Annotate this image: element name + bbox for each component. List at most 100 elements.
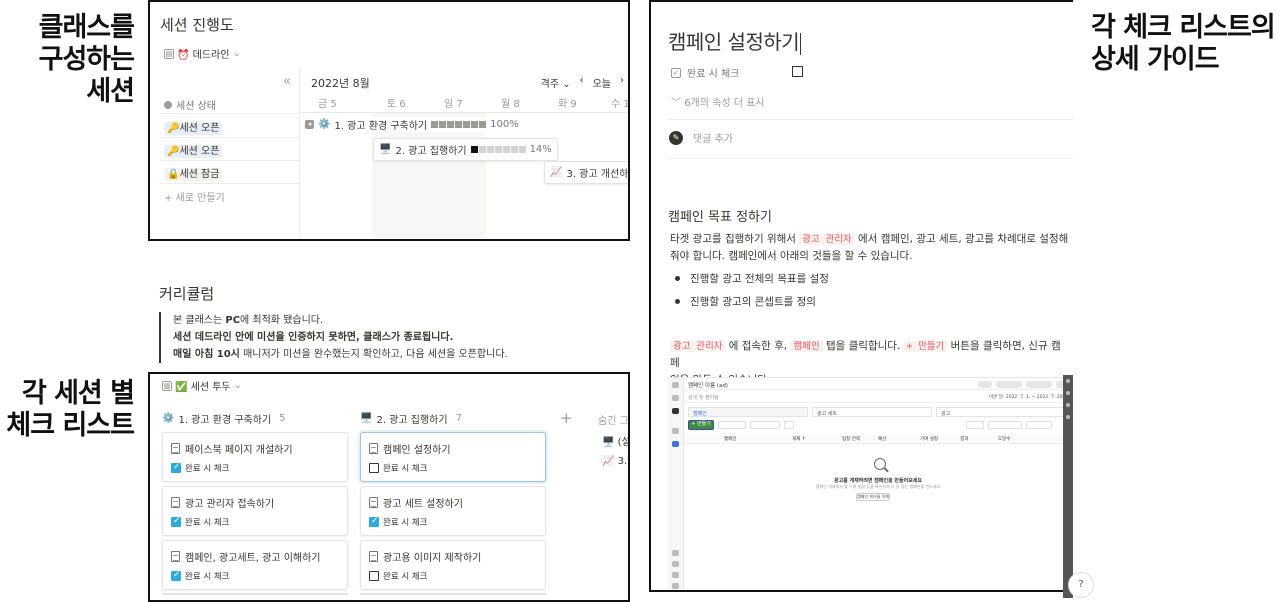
- checkbox[interactable]: [369, 516, 379, 527]
- hidden-group-item[interactable]: 🖥️ (설정: [602, 433, 628, 448]
- computer-icon: 🖥️: [360, 412, 373, 424]
- column-header: 예산: [878, 437, 887, 442]
- next-button[interactable]: ›: [620, 75, 624, 90]
- timeline-view-selector[interactable]: ▤ ⏰ 데드라인 ⌄: [164, 46, 241, 61]
- divider: [160, 113, 299, 114]
- hidden-group-text: 3.: [617, 456, 628, 467]
- column-header: 도달수: [998, 437, 1011, 442]
- chevron-down-icon: ⌄: [232, 48, 241, 59]
- help-button[interactable]: ?: [1068, 572, 1094, 598]
- checkbox[interactable]: [171, 570, 181, 581]
- column-title: 2. 광고 집행하기: [376, 414, 448, 426]
- check-label: 완료 시 체크: [383, 572, 428, 582]
- zoom-selector[interactable]: 격주 ⌄: [541, 75, 571, 90]
- board-card[interactable]: 캠페인, 광고세트, 광고 이해하기 완료 시 체크: [162, 540, 348, 590]
- show-more-properties[interactable]: ﹀ 6개의 속성 더 표시: [671, 94, 765, 109]
- timeline-item[interactable]: 📈 3. 광고 개선하기 ▦: [544, 161, 628, 184]
- document-icon: [369, 443, 378, 454]
- timeline-item[interactable]: 🖥️ 2. 광고 집행하기 14%: [373, 138, 558, 161]
- property-checkbox[interactable]: [792, 66, 803, 77]
- timeline-row[interactable]: 🔑세션 오픈: [164, 119, 223, 135]
- toolbar-button: [718, 421, 746, 429]
- timeline-row[interactable]: 🔑세션 오픈: [164, 142, 223, 158]
- scrollbar[interactable]: [1063, 375, 1073, 598]
- hidden-group-item[interactable]: 📈 3.: [602, 456, 627, 467]
- checkbox[interactable]: [171, 462, 181, 473]
- progress-percent: 100%: [490, 119, 519, 130]
- timeline-row[interactable]: 🔒세션 잠금: [164, 165, 223, 181]
- divider: [160, 160, 299, 161]
- bullet-icon: [675, 276, 680, 281]
- progress-segment: [478, 146, 486, 153]
- board-card[interactable]: 광고 관리자 접속하기 완료 시 체크: [162, 486, 348, 536]
- column-header[interactable]: 🖥️ 2. 광고 집행하기 7: [360, 410, 546, 426]
- card-edge: [162, 593, 348, 595]
- bullet-icon: [675, 299, 680, 304]
- list-item: 진행할 광고 전체의 목표를 설정: [675, 271, 829, 286]
- nav-icon: [672, 583, 679, 589]
- view-label: ⏰ 데드라인: [177, 50, 230, 61]
- progress-segment: [486, 146, 494, 153]
- screenshot-topbar: 캠페인 이름 (ad): [684, 378, 1068, 390]
- today-button[interactable]: 오늘: [593, 75, 611, 90]
- page-title[interactable]: 캠페인 설정하기: [668, 26, 802, 55]
- search-placeholder: 검색 및 필터링: [688, 395, 719, 401]
- add-group-button[interactable]: +: [560, 409, 573, 427]
- collapse-icon[interactable]: «: [283, 74, 291, 89]
- card-check: 완료 시 체크: [171, 570, 230, 582]
- board-card[interactable]: 캠페인 설정하기 완료 시 체크: [360, 432, 546, 482]
- callout-session-structure: 클래스를 구성하는 세션: [0, 12, 135, 108]
- document-icon: [171, 497, 180, 508]
- column-header: 기여 설정: [920, 437, 938, 442]
- day-label: 금 5: [318, 99, 337, 110]
- chevron-down-icon: ﹀: [671, 98, 681, 109]
- item-label: 2. 광고 집행하기: [395, 146, 467, 157]
- day-label: 월 8: [501, 99, 520, 110]
- checkbox[interactable]: [171, 516, 181, 527]
- paragraph: 타겟 광고를 집행하기 위해서 광고 관리자 에서 캠페인, 광고 세트, 광고…: [670, 231, 1070, 265]
- item-label: 1. 광고 환경 구축하기: [334, 121, 428, 132]
- arrow-left-icon[interactable]: ◂: [305, 120, 314, 129]
- tab-campaign: 캠페인: [688, 407, 808, 417]
- timeline-item[interactable]: ◂ ⚙️ 1. 광고 환경 구축하기 100%: [305, 117, 519, 132]
- inline-code: + 만들기: [903, 341, 948, 352]
- create-button: + 만들기: [688, 420, 714, 430]
- callout-checklist: 각 세션 별 체크 리스트: [0, 378, 135, 442]
- ads-manager-screenshot: 캠페인 이름 (ad) 검색 및 필터링 이번 달: 2022. 7. 1. ~…: [668, 377, 1068, 590]
- card-title: 캠페인, 광고세트, 광고 이해하기: [171, 549, 321, 564]
- status-label: 세션 상태: [176, 101, 216, 112]
- column-header: 캠페인: [724, 437, 737, 442]
- callout-guide: 각 체크 리스트의 상세 가이드: [1091, 12, 1276, 76]
- callout-line: 각 세션 별: [21, 378, 135, 409]
- board-card[interactable]: 광고 세트 설정하기 완료 시 체크: [360, 486, 546, 536]
- progress-segment: [471, 121, 479, 128]
- prev-button[interactable]: ‹: [580, 75, 584, 90]
- card-title: 광고 관리자 접속하기: [171, 495, 274, 510]
- board-view-selector[interactable]: ▥ ✅ 세션 투두 ⌄: [162, 378, 242, 393]
- divider: [668, 119, 1073, 120]
- check-label: 완료 시 체크: [383, 518, 428, 528]
- status-badge: 🔑세션 오픈: [164, 122, 223, 135]
- card-title: 광고 세트 설정하기: [369, 495, 463, 510]
- board-icon: ▥: [162, 380, 172, 391]
- toolbar-button: [988, 421, 1022, 429]
- card-check: 완료 시 체크: [369, 516, 428, 528]
- checkbox[interactable]: [369, 571, 379, 581]
- checkbox[interactable]: [369, 463, 379, 473]
- empty-state-subtitle: 캠페인 게재에서 할 기여 설정 등을 확인하여 더 잘 맞는 캠페인을 만드세…: [815, 484, 941, 489]
- calendar-icon: ▤: [164, 48, 174, 59]
- empty-state-title: 광고를 게재하려면 캠페인을 만들어보세요: [833, 478, 923, 484]
- board-card[interactable]: 페이스북 페이지 개설하기 완료 시 체크: [162, 432, 348, 482]
- topbar-pill: [996, 381, 1022, 388]
- new-row-button[interactable]: + 새로 만들기: [164, 189, 225, 204]
- progress-segment: [463, 121, 471, 128]
- paragraph-text: 탭을 클릭합니다.: [822, 340, 904, 352]
- column-header[interactable]: ⚙️ 1. 광고 환경 구축하기 5: [162, 410, 348, 426]
- card-name: 광고 세트 설정하기: [383, 499, 463, 510]
- section-heading: 캠페인 목표 정하기: [668, 210, 772, 225]
- toolbar-button: [1026, 421, 1052, 429]
- check-label: 완료 시 체크: [185, 572, 230, 582]
- board-card[interactable]: 광고용 이미지 제작하기 완료 시 체크: [360, 540, 546, 590]
- add-comment[interactable]: ✎ 댓글 추가: [669, 130, 733, 145]
- board-column: ⚙️ 1. 광고 환경 구축하기 5 페이스북 페이지 개설하기 완료 시 체크…: [162, 410, 348, 590]
